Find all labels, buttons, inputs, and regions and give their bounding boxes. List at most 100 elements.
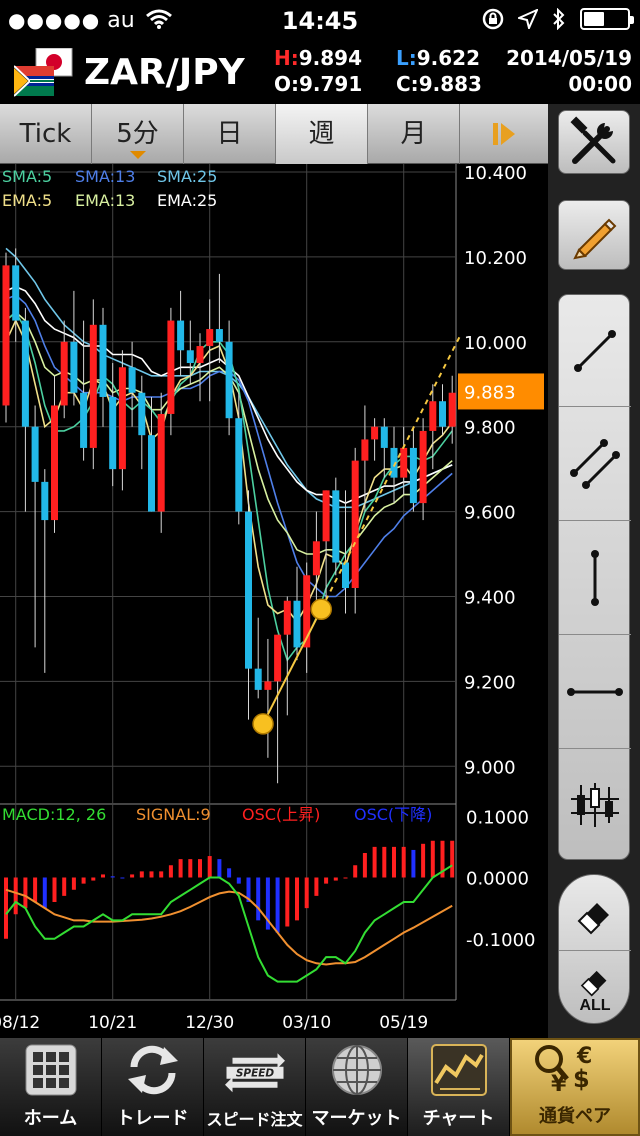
osc-bar <box>71 877 76 890</box>
candle-body <box>293 600 301 648</box>
tab-month[interactable]: 月 <box>368 104 460 164</box>
nav-label: チャート <box>422 1108 495 1129</box>
candle-body <box>2 265 10 406</box>
osc-bar <box>4 877 8 939</box>
legend-osc-down: OSC(下降) <box>354 805 432 824</box>
osc-bar <box>62 877 67 896</box>
osc-bar <box>91 877 96 881</box>
price-tick-label: 9.000 <box>464 757 516 778</box>
nav-label: スピード注文 <box>206 1110 303 1129</box>
candle-body <box>448 392 456 427</box>
rotation-lock-icon <box>482 8 504 30</box>
osc-bar <box>198 859 202 878</box>
candle-body <box>254 668 262 690</box>
tab-5min[interactable]: 5分 <box>92 104 184 164</box>
trendline-tool[interactable] <box>559 295 631 407</box>
channel-tool[interactable] <box>559 407 631 521</box>
price-tick-label: 9.400 <box>464 587 516 608</box>
nav-label: 通貨ペア <box>539 1106 611 1127</box>
candle-body <box>419 430 427 504</box>
candle-body <box>235 418 243 512</box>
osc-bar <box>401 846 406 878</box>
bottom-nav: ホーム トレード SPEED スピード注文 マーケット チャート € ¥ $ 通… <box>0 1038 640 1136</box>
candle-grid-tool[interactable] <box>559 749 631 861</box>
currency-pair-title: ZAR/JPY <box>84 52 245 93</box>
osc-bar <box>159 871 164 878</box>
nav-currency-pair[interactable]: € ¥ $ 通貨ペア <box>510 1038 640 1136</box>
candle-body <box>264 681 272 690</box>
tools-icon <box>570 116 616 164</box>
draw-mode-button[interactable] <box>558 200 630 270</box>
candle-body <box>118 367 126 470</box>
osc-bar <box>120 877 125 879</box>
legend-osc-up: OSC(上昇) <box>242 805 320 824</box>
eraser-all-button[interactable]: ALL <box>559 951 631 1025</box>
eraser-icon <box>577 902 609 934</box>
currency-flags-icon <box>14 48 73 97</box>
tab-week[interactable]: 週 <box>276 104 368 164</box>
nav-speed-order[interactable]: SPEED スピード注文 <box>204 1038 306 1136</box>
battery-icon <box>580 8 634 30</box>
nav-chart[interactable]: チャート <box>408 1038 510 1136</box>
candle-body <box>21 320 29 427</box>
osc-bar <box>52 877 57 902</box>
trendline-anchor <box>310 598 332 620</box>
nav-label: ホーム <box>23 1108 78 1129</box>
osc-bar <box>353 865 358 878</box>
osc-bar <box>411 849 416 878</box>
date-tick-label: 12/30 <box>185 1013 234 1033</box>
osc-bar <box>343 877 348 879</box>
timeframe-tabs: Tick 5分 日 週 月 <box>0 104 548 164</box>
date-tick-label: 10/21 <box>88 1013 137 1033</box>
candlestick-chart[interactable]: 10.400 10.200 10.000 9.800 9.600 9.400 9.200 9.… <box>0 164 548 1038</box>
osc-bar <box>450 840 455 878</box>
price-tick-label: 10.200 <box>464 248 527 269</box>
location-icon <box>518 9 538 29</box>
candle-body <box>80 392 88 448</box>
horizontal-line-tool[interactable] <box>559 635 631 749</box>
nav-market[interactable]: マーケット <box>306 1038 408 1136</box>
low-value: L:9.622 <box>396 46 481 70</box>
svg-text:SPEED: SPEED <box>235 1068 274 1080</box>
tab-tick[interactable]: Tick <box>0 104 92 164</box>
legend-ema13: EMA:13 <box>75 191 135 210</box>
nav-trade[interactable]: トレード <box>102 1038 204 1136</box>
scroll-latest-button[interactable] <box>460 104 548 164</box>
draw-tool-group <box>558 294 631 861</box>
globe-icon <box>331 1045 382 1095</box>
vertical-line-tool[interactable] <box>559 521 631 635</box>
svg-text:9.883: 9.883 <box>464 382 516 403</box>
settings-button[interactable] <box>558 110 630 174</box>
osc-bar <box>285 877 290 927</box>
candle-body <box>196 346 204 364</box>
status-bar: ●●●●● au 14:45 <box>0 0 640 40</box>
nav-label: トレード <box>116 1108 189 1129</box>
quote-date: 2014/05/19 <box>506 46 632 70</box>
tab-day[interactable]: 日 <box>184 104 276 164</box>
legend-ema25: EMA:25 <box>157 191 217 210</box>
candle-body <box>89 324 97 448</box>
candle-body <box>51 405 58 521</box>
nav-home[interactable]: ホーム <box>0 1038 102 1136</box>
candle-body <box>322 490 330 542</box>
open-value: O:9.791 <box>274 72 363 96</box>
osc-tick-label: 0.0000 <box>466 869 529 890</box>
osc-bar <box>314 877 319 896</box>
candle-body <box>70 341 78 393</box>
candle-body <box>439 401 446 427</box>
osc-tick-label: -0.1000 <box>466 930 535 951</box>
candle-body <box>225 341 233 419</box>
candle-body <box>371 426 379 440</box>
candle-body <box>351 460 359 588</box>
eraser-button[interactable] <box>559 875 631 951</box>
candle-body <box>99 324 107 397</box>
osc-bar <box>324 877 329 884</box>
osc-bar <box>275 877 280 933</box>
nav-label: マーケット <box>311 1108 402 1129</box>
candle-body <box>215 329 223 342</box>
candle-body <box>109 396 117 470</box>
osc-bar <box>304 877 309 909</box>
legend-macd: MACD:12, 26 <box>2 805 106 824</box>
osc-bar <box>333 877 338 881</box>
legend-ema5: EMA:5 <box>2 191 52 210</box>
